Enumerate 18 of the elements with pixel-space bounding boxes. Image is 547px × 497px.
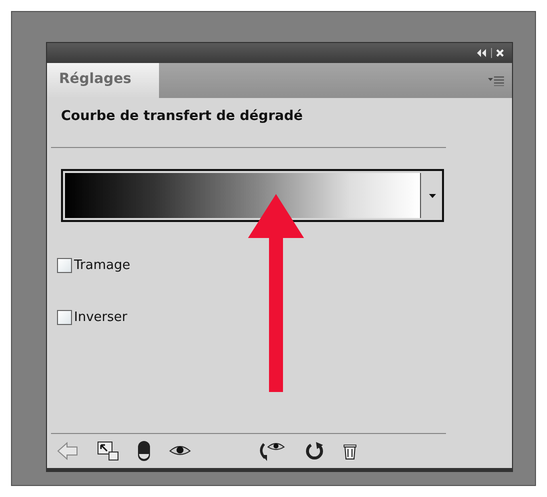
- back-arrow-icon[interactable]: [57, 442, 79, 460]
- close-icon[interactable]: [496, 49, 504, 57]
- checkbox[interactable]: [57, 310, 72, 325]
- panel-menu-icon[interactable]: [488, 76, 504, 86]
- checkbox-label: Inverser: [74, 310, 128, 325]
- adjustment-title: Courbe de transfert de dégradé: [60, 107, 303, 124]
- collapse-icon[interactable]: [477, 49, 487, 57]
- layer-mask-icon[interactable]: [137, 440, 151, 462]
- resize-icon[interactable]: [97, 441, 119, 461]
- gradient-picker[interactable]: [61, 169, 444, 222]
- caret-icon: [429, 194, 436, 198]
- trash-icon[interactable]: [343, 442, 357, 460]
- refresh-icon[interactable]: [305, 441, 325, 461]
- reset-view-icon[interactable]: [257, 440, 287, 462]
- checkbox[interactable]: [57, 258, 72, 273]
- checkbox-label: Tramage: [74, 258, 130, 273]
- eye-icon[interactable]: [169, 444, 191, 458]
- panel-tab[interactable]: Réglages: [47, 63, 159, 98]
